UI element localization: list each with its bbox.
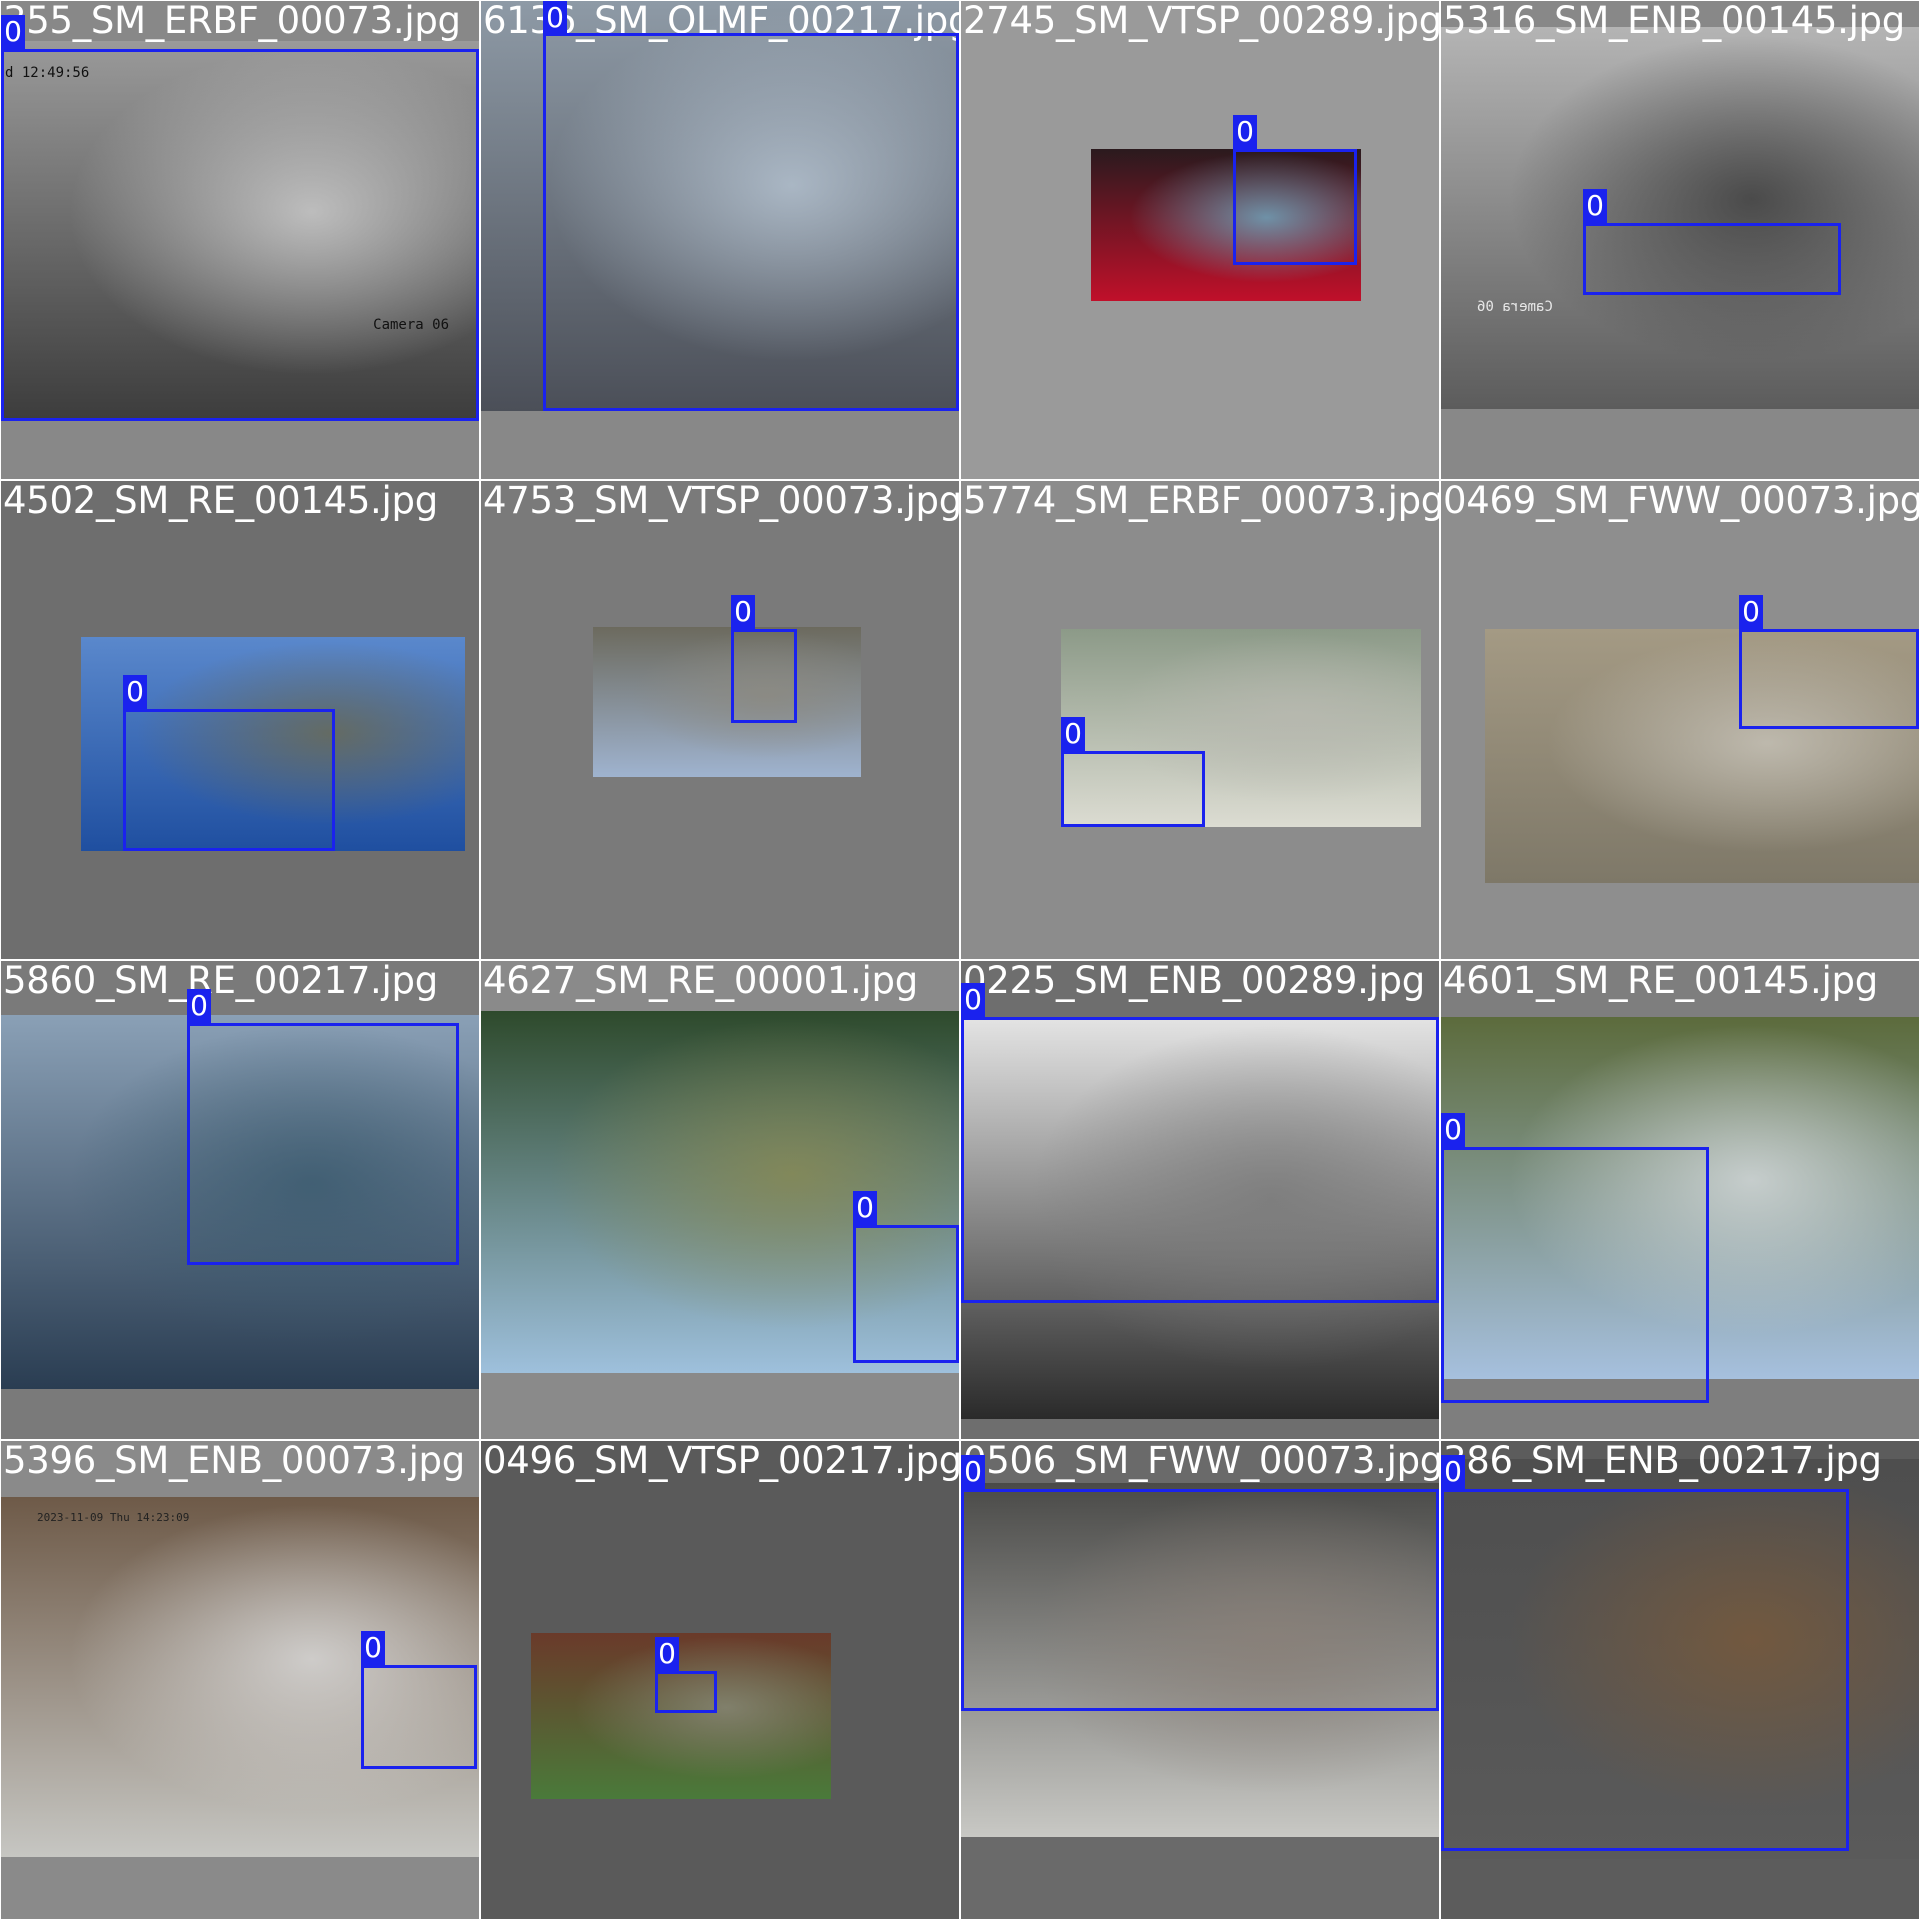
mosaic-tile: 386_SM_ENB_00217.jpg 0 xyxy=(1441,1441,1919,1919)
image-filename-label: 355_SM_ERBF_00073.jpg xyxy=(3,1,461,42)
smoke-detection-box xyxy=(1,49,479,421)
class-id-tag: 0 xyxy=(853,1191,877,1225)
image-filename-label: 4627_SM_RE_00001.jpg xyxy=(483,961,918,1002)
class-id-tag: 0 xyxy=(1583,189,1607,223)
mosaic-tile: 0225_SM_ENB_00289.jpg 0 xyxy=(961,961,1439,1439)
mosaic-tile: 4753_SM_VTSP_00073.jpg 0 xyxy=(481,481,959,959)
smoke-detection-box xyxy=(543,33,959,411)
class-id-tag: 0 xyxy=(1739,595,1763,629)
class-id-tag: 0 xyxy=(361,1631,385,1665)
mosaic-tile: 0469_SM_FWW_00073.jpg 0 xyxy=(1441,481,1919,959)
class-id-tag: 0 xyxy=(1441,1113,1465,1147)
class-id-tag: 0 xyxy=(543,1,567,35)
smoke-detection-box xyxy=(1441,1147,1709,1403)
smoke-detection-box xyxy=(655,1671,717,1713)
scene-photo xyxy=(593,627,861,777)
mosaic-tile: Camera 06 5316_SM_ENB_00145.jpg 0 xyxy=(1441,1,1919,479)
class-id-tag: 0 xyxy=(187,989,211,1023)
mosaic-tile: 2023-11-09 Thu 14:23:09 5396_SM_ENB_00073… xyxy=(1,1441,479,1919)
smoke-detection-box xyxy=(1739,629,1919,729)
class-id-tag: 0 xyxy=(655,1637,679,1671)
mosaic-tile: 2745_SM_VTSP_00289.jpg 0 xyxy=(961,1,1439,479)
image-filename-label: 0225_SM_ENB_00289.jpg xyxy=(963,961,1425,1002)
image-filename-label: 386_SM_ENB_00217.jpg xyxy=(1443,1441,1882,1482)
image-filename-label: 2745_SM_VTSP_00289.jpg xyxy=(963,1,1439,42)
mosaic-tile: 5774_SM_ERBF_00073.jpg 0 xyxy=(961,481,1439,959)
scene-photo: Camera 06 xyxy=(1441,27,1919,409)
smoke-detection-box xyxy=(1233,149,1357,265)
detection-mosaic: d 12:49:56 Camera 06 355_SM_ERBF_00073.jpg… xyxy=(0,0,1920,1920)
smoke-detection-box xyxy=(1061,751,1205,827)
camera-overlay-text: Camera 06 xyxy=(1477,299,1553,315)
smoke-detection-box xyxy=(361,1665,477,1769)
class-id-tag: 0 xyxy=(1061,717,1085,751)
mosaic-tile: 0506_SM_FWW_00073.jpg 0 xyxy=(961,1441,1439,1919)
image-filename-label: 5774_SM_ERBF_00073.jpg xyxy=(963,481,1439,522)
smoke-detection-box xyxy=(961,1017,1439,1303)
mosaic-tile: 4502_SM_RE_00145.jpg 0 xyxy=(1,481,479,959)
scene-photo xyxy=(531,1633,831,1799)
mosaic-tile: 6136_SM_OLMF_00217.jpg 0 xyxy=(481,1,959,479)
image-filename-label: 4601_SM_RE_00145.jpg xyxy=(1443,961,1878,1002)
mosaic-tile: 0496_SM_VTSP_00217.jpg 0 xyxy=(481,1441,959,1919)
class-id-tag: 0 xyxy=(961,983,985,1017)
mosaic-tile: 5860_SM_RE_00217.jpg 0 xyxy=(1,961,479,1439)
class-id-tag: 0 xyxy=(961,1455,985,1489)
class-id-tag: 0 xyxy=(731,595,755,629)
mosaic-tile: d 12:49:56 Camera 06 355_SM_ERBF_00073.jpg… xyxy=(1,1,479,479)
image-filename-label: 5316_SM_ENB_00145.jpg xyxy=(1443,1,1905,42)
class-id-tag: 0 xyxy=(1233,115,1257,149)
smoke-detection-box xyxy=(187,1023,459,1265)
image-filename-label: 5396_SM_ENB_00073.jpg xyxy=(3,1441,465,1482)
smoke-detection-box xyxy=(853,1225,959,1363)
class-id-tag: 0 xyxy=(1,15,25,49)
smoke-detection-box xyxy=(961,1489,1439,1711)
image-filename-label: 0469_SM_FWW_00073.jpg xyxy=(1443,481,1919,522)
image-filename-label: 4753_SM_VTSP_00073.jpg xyxy=(483,481,959,522)
image-filename-label: 4502_SM_RE_00145.jpg xyxy=(3,481,438,522)
image-filename-label: 0506_SM_FWW_00073.jpg xyxy=(963,1441,1439,1482)
mosaic-tile: 4627_SM_RE_00001.jpg 0 xyxy=(481,961,959,1439)
class-id-tag: 0 xyxy=(1441,1455,1465,1489)
camera-overlay-text: 2023-11-09 Thu 14:23:09 xyxy=(37,1511,190,1524)
smoke-detection-box xyxy=(731,629,797,723)
smoke-detection-box xyxy=(1441,1489,1849,1851)
image-filename-label: 0496_SM_VTSP_00217.jpg xyxy=(483,1441,959,1482)
smoke-detection-box xyxy=(1583,223,1841,295)
mosaic-tile: 4601_SM_RE_00145.jpg 0 xyxy=(1441,961,1919,1439)
class-id-tag: 0 xyxy=(123,675,147,709)
image-filename-label: 5860_SM_RE_00217.jpg xyxy=(3,961,438,1002)
smoke-detection-box xyxy=(123,709,335,851)
